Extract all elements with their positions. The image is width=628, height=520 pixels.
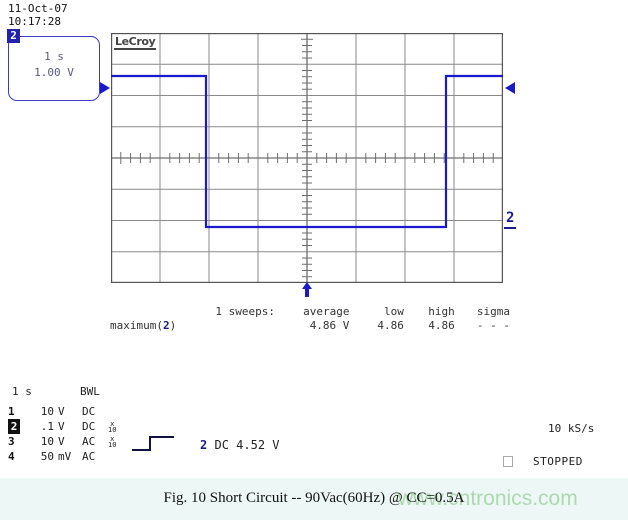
channel-info-values: 1 s 1.00 V <box>9 49 99 81</box>
header-low: low <box>384 305 404 318</box>
trigger-level-arrow-icon[interactable] <box>99 80 113 96</box>
measurement-high: 4.86 <box>428 319 455 332</box>
channel-1-unit: V <box>58 405 65 418</box>
channel-settings-list: 1 10 V DC 2 .1 V DC x 10 3 10 V AC x 10 4 … <box>8 404 116 464</box>
datetime-readout: 11-Oct-07 10:17:28 <box>8 2 68 28</box>
measurement-name-paren: ) <box>169 319 177 332</box>
bandwidth-limit-label[interactable]: BWL <box>80 385 100 398</box>
measurement-average: 4.86 V <box>309 319 350 332</box>
timebase-setting[interactable]: 1 s <box>12 385 32 398</box>
scope-graticule[interactable] <box>111 33 503 283</box>
measurement-header-row: 1 sweeps: average low high sigma <box>110 305 510 319</box>
header-sigma: sigma <box>476 305 510 318</box>
channel-2-unit: V <box>58 420 65 433</box>
channel-4-number: 4 <box>8 450 15 463</box>
header-sweeps: 1 sweeps: <box>215 305 276 318</box>
table-row: maximum(2) 4.86 V 4.86 4.86 - - - <box>110 319 510 333</box>
channel-3-number: 3 <box>8 435 15 448</box>
trigger-info[interactable]: 2 DC 4.52 V <box>200 438 280 452</box>
channel-timebase-value: 1 s <box>44 50 64 63</box>
channel-1-value: 10 <box>40 405 54 418</box>
measurement-channel: 2 <box>162 319 170 332</box>
channel-row-1[interactable]: 1 10 V DC <box>8 404 116 419</box>
header-average: average <box>303 305 350 318</box>
channel-2-value: .1 <box>40 420 54 433</box>
channel-info-box[interactable]: 2 1 s 1.00 V <box>7 29 100 101</box>
lecroy-logo: LeCroy <box>114 35 157 50</box>
trigger-slope-rising-icon[interactable] <box>130 434 180 454</box>
channel-3-coupling: AC <box>82 435 96 448</box>
ground-marker-label-ch2: 2 <box>506 210 515 226</box>
date-text: 11-Oct-07 <box>8 2 68 15</box>
sample-rate-readout: 10 kS/s <box>548 422 595 435</box>
channel-row-3[interactable]: 3 10 V AC x 10 <box>8 434 116 449</box>
figure-caption: Fig. 10 Short Circuit -- 90Vac(60Hz) @ C… <box>163 490 465 506</box>
channel-4-unit: mV <box>58 450 72 463</box>
time-text: 10:17:28 <box>8 15 61 28</box>
measurement-name-text: maximum( <box>110 319 163 332</box>
trigger-time-arrow-icon[interactable] <box>300 280 314 298</box>
channel-3-attenuation: x 10 <box>108 434 117 449</box>
channel-2-coupling: DC <box>82 420 96 433</box>
measurement-name: maximum(2) <box>110 319 194 333</box>
channel-1-number: 1 <box>8 405 15 418</box>
acquisition-indicator-icon[interactable] <box>503 456 513 467</box>
measurement-sigma: - - - <box>476 319 510 332</box>
channel-1-coupling: DC <box>82 405 96 418</box>
channel-2-attenuation: x 10 <box>108 419 117 434</box>
trigger-source: 2 <box>200 438 208 452</box>
channel-3-unit: V <box>58 435 65 448</box>
ground-marker-underline <box>504 227 516 229</box>
channel-row-2[interactable]: 2 .1 V DC x 10 <box>8 419 116 434</box>
acquisition-status-text: STOPPED <box>533 455 583 468</box>
header-high: high <box>428 305 455 318</box>
measurement-low: 4.86 <box>377 319 404 332</box>
channel-level-arrow-icon[interactable] <box>502 80 516 96</box>
channel-badge-2: 2 <box>7 29 20 43</box>
channel-row-4[interactable]: 4 50 mV AC <box>8 449 116 464</box>
channel-3-value: 10 <box>40 435 54 448</box>
channel-2-number: 2 <box>8 419 20 434</box>
measurement-table: 1 sweeps: average low high sigma maximum… <box>110 305 510 333</box>
trigger-coupling: DC <box>214 438 229 452</box>
channel-voltsdiv-value: 1.00 V <box>34 66 74 79</box>
channel-4-coupling: AC <box>82 450 96 463</box>
channel-4-value: 50 <box>40 450 54 463</box>
trigger-level: 4.52 V <box>236 438 280 452</box>
